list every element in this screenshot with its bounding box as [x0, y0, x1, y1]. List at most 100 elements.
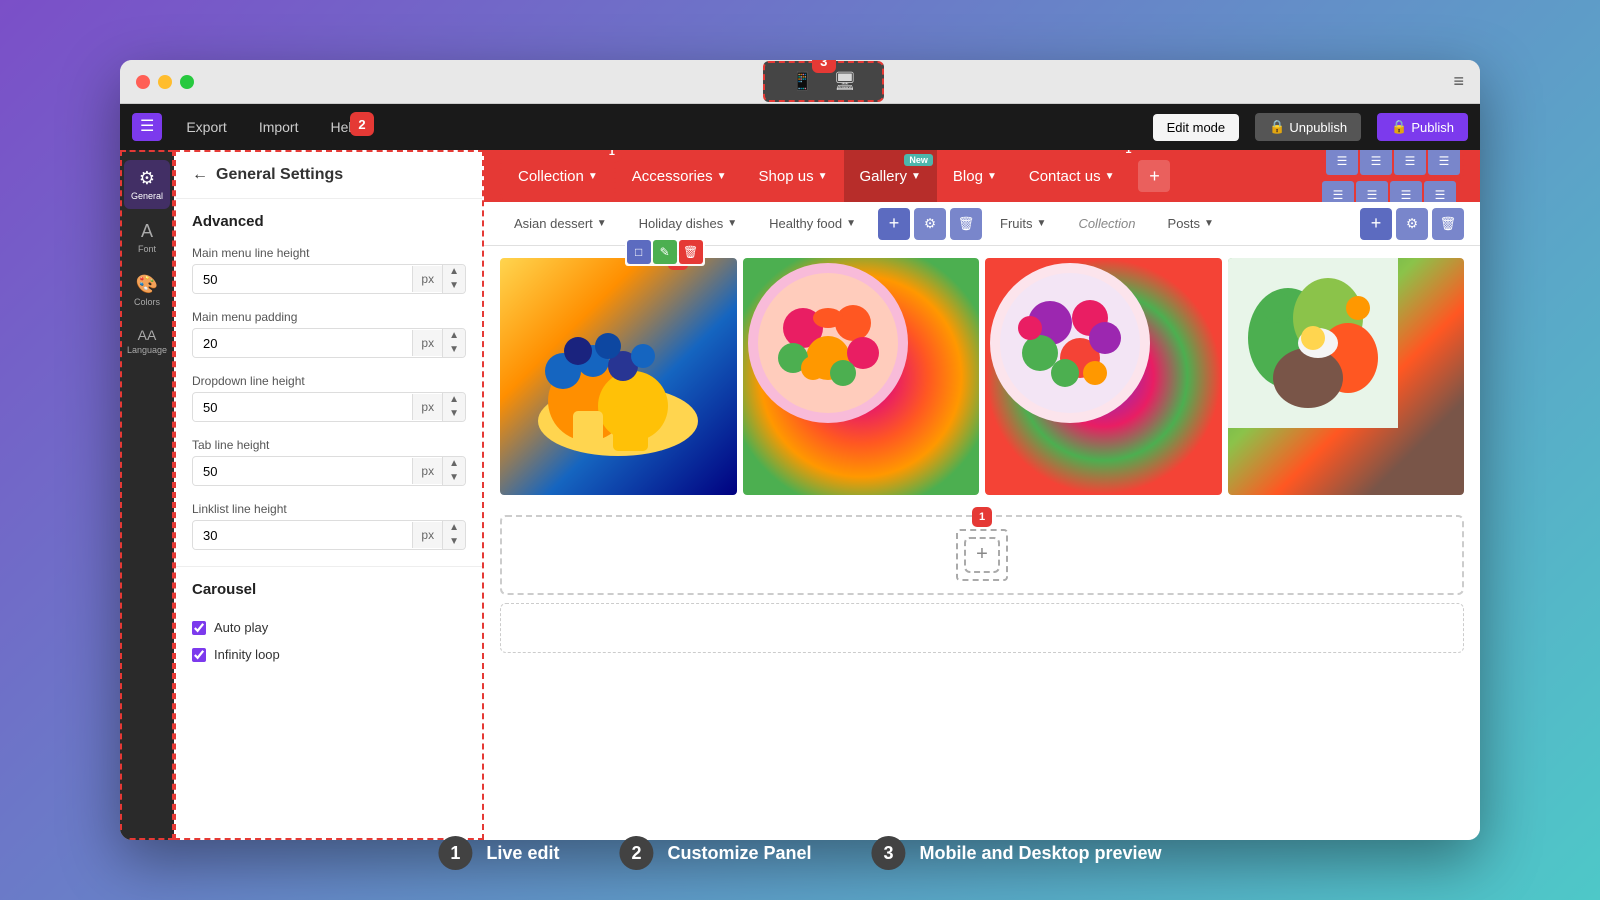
- align-justify-btn[interactable]: ☰: [1428, 150, 1460, 175]
- field-unit-3: px: [412, 394, 442, 420]
- gallery-item-4[interactable]: [1228, 258, 1465, 495]
- subnav-chevron-1: ▼: [597, 218, 607, 229]
- autoplay-checkbox[interactable]: [192, 621, 206, 635]
- nav-item-collection[interactable]: Collection ▼ 1: [500, 150, 616, 202]
- dropdown-line-height-input[interactable]: [193, 394, 412, 421]
- add-section-1[interactable]: 1 +: [500, 515, 1464, 595]
- nav-align-controls: ☰ ☰ ☰ ☰ ☰ ☰ ☰ ☰: [1322, 150, 1464, 209]
- increment-btn-1[interactable]: ▲: [443, 265, 465, 279]
- legend-text-2: Customize Panel: [667, 843, 811, 864]
- legend-badge-3: 3: [872, 836, 906, 870]
- device-preview-bar: 3 📱 🖥: [763, 61, 884, 102]
- increment-btn-4[interactable]: ▲: [443, 457, 465, 471]
- hamburger-button[interactable]: ☰: [132, 113, 162, 141]
- subnav-right-settings[interactable]: ⚙: [1396, 208, 1428, 240]
- sidebar-item-font[interactable]: A Font: [124, 213, 170, 262]
- subnav-chevron-5: ▼: [1204, 218, 1214, 229]
- subnav-collection[interactable]: Collection: [1064, 202, 1149, 246]
- font-icon: A: [141, 221, 153, 242]
- legend-item-2: 2 Customize Panel: [619, 836, 811, 870]
- legend-text-1: Live edit: [486, 843, 559, 864]
- mobile-preview-btn[interactable]: 📱: [781, 67, 823, 96]
- subnav-holiday-dishes[interactable]: Holiday dishes ▼ 1 □ ✎ 🗑: [625, 202, 751, 246]
- unpublish-button[interactable]: 🔒 Unpublish: [1255, 113, 1361, 141]
- field-dropdown-line-height: Dropdown line height px ▲ ▼: [176, 366, 482, 430]
- decrement-btn-4[interactable]: ▼: [443, 471, 465, 485]
- traffic-light-yellow[interactable]: [158, 75, 172, 89]
- subnav-add-button[interactable]: +: [878, 208, 910, 240]
- field-steppers-3: ▲ ▼: [442, 393, 465, 421]
- nav-chevron-gallery: ▼: [911, 171, 921, 182]
- decrement-btn-1[interactable]: ▼: [443, 279, 465, 293]
- sidebar-item-general[interactable]: ⚙ General: [124, 160, 170, 209]
- nav-chevron-collection: ▼: [588, 171, 598, 182]
- nav-item-shopus[interactable]: Shop us ▼: [743, 150, 844, 202]
- main-menu-padding-input[interactable]: [193, 330, 412, 357]
- nav-plus-container: +: [1138, 160, 1170, 192]
- edit-mode-button[interactable]: Edit mode: [1153, 114, 1240, 141]
- field-steppers-4: ▲ ▼: [442, 457, 465, 485]
- section-advanced: Advanced: [176, 199, 482, 238]
- food-image-3: [985, 258, 1222, 495]
- decrement-btn-5[interactable]: ▼: [443, 535, 465, 549]
- preview-area: Collection ▼ 1 Accessories ▼ Shop us ▼ G…: [484, 150, 1480, 840]
- export-button[interactable]: Export: [178, 115, 234, 139]
- nav-align-dashed: ☰ ☰ ☰ ☰: [1322, 150, 1464, 179]
- increment-btn-3[interactable]: ▲: [443, 393, 465, 407]
- colors-icon: 🎨: [136, 274, 158, 295]
- infinity-loop-checkbox[interactable]: [192, 648, 206, 662]
- sidebar-label-font: Font: [138, 244, 156, 254]
- browser-window: 3 📱 🖥 ≡ ☰ Export Import Help 2 Edit mode…: [120, 60, 1480, 840]
- subnav-edit-btn-3[interactable]: 🗑: [679, 240, 703, 264]
- legend-badge-2: 2: [619, 836, 653, 870]
- traffic-light-green[interactable]: [180, 75, 194, 89]
- panel-header: ← General Settings: [176, 152, 482, 199]
- sidebar-item-language[interactable]: AA Language: [124, 319, 170, 363]
- website-navbar: Collection ▼ 1 Accessories ▼ Shop us ▼ G…: [484, 150, 1480, 202]
- panel-back-button[interactable]: ←: [192, 166, 208, 184]
- nav-item-gallery[interactable]: Gallery ▼ New: [844, 150, 937, 202]
- align-right-btn[interactable]: ☰: [1394, 150, 1426, 175]
- subnav-right-add[interactable]: +: [1360, 208, 1392, 240]
- subnav-edit-btn-1[interactable]: □: [627, 240, 651, 264]
- align-left-btn[interactable]: ☰: [1326, 150, 1358, 175]
- nav-item-contactus[interactable]: Contact us ▼ 1: [1013, 150, 1131, 202]
- nav-chevron-contactus: ▼: [1105, 171, 1115, 182]
- increment-btn-5[interactable]: ▲: [443, 521, 465, 535]
- add-section-button[interactable]: +: [964, 537, 1000, 573]
- decrement-btn-2[interactable]: ▼: [443, 343, 465, 357]
- gallery-item-3[interactable]: [985, 258, 1222, 495]
- nav-plus-button[interactable]: +: [1138, 160, 1170, 192]
- sidebar-item-colors[interactable]: 🎨 Colors: [124, 266, 170, 315]
- sidebar-label-language: Language: [127, 345, 167, 355]
- gallery-item-2[interactable]: [743, 258, 980, 495]
- subnav-fruits[interactable]: Fruits ▼: [986, 202, 1060, 246]
- subnav-delete-button[interactable]: 🗑: [950, 208, 982, 240]
- nav-item-accessories[interactable]: Accessories ▼: [616, 150, 743, 202]
- nav-item-blog[interactable]: Blog ▼: [937, 150, 1013, 202]
- import-button[interactable]: Import: [251, 115, 307, 139]
- subnav-edit-btn-2[interactable]: ✎: [653, 240, 677, 264]
- tab-line-height-input[interactable]: [193, 458, 412, 485]
- legend-text-3: Mobile and Desktop preview: [920, 843, 1162, 864]
- subnav-right-delete[interactable]: 🗑: [1432, 208, 1464, 240]
- language-icon: AA: [138, 327, 157, 343]
- decrement-btn-3[interactable]: ▼: [443, 407, 465, 421]
- field-label-5: Linklist line height: [192, 502, 466, 516]
- main-menu-line-height-input[interactable]: [193, 266, 412, 293]
- align-center-btn[interactable]: ☰: [1360, 150, 1392, 175]
- website-subnav: Asian dessert ▼ Holiday dishes ▼ 1 □ ✎ 🗑: [484, 202, 1480, 246]
- subnav-healthy-food[interactable]: Healthy food ▼: [755, 202, 870, 246]
- nav-chevron-shopus: ▼: [818, 171, 828, 182]
- browser-chrome: 3 📱 🖥 ≡: [120, 60, 1480, 104]
- field-steppers-2: ▲ ▼: [442, 329, 465, 357]
- linklist-line-height-input[interactable]: [193, 522, 412, 549]
- traffic-light-red[interactable]: [136, 75, 150, 89]
- subnav-posts[interactable]: Posts ▼: [1154, 202, 1228, 246]
- publish-button[interactable]: 🔒 Publish: [1377, 113, 1468, 141]
- subnav-asian-dessert[interactable]: Asian dessert ▼: [500, 202, 621, 246]
- subnav-settings-button[interactable]: ⚙: [914, 208, 946, 240]
- gallery-item-1[interactable]: [500, 258, 737, 495]
- desktop-preview-btn[interactable]: 🖥: [824, 67, 867, 96]
- increment-btn-2[interactable]: ▲: [443, 329, 465, 343]
